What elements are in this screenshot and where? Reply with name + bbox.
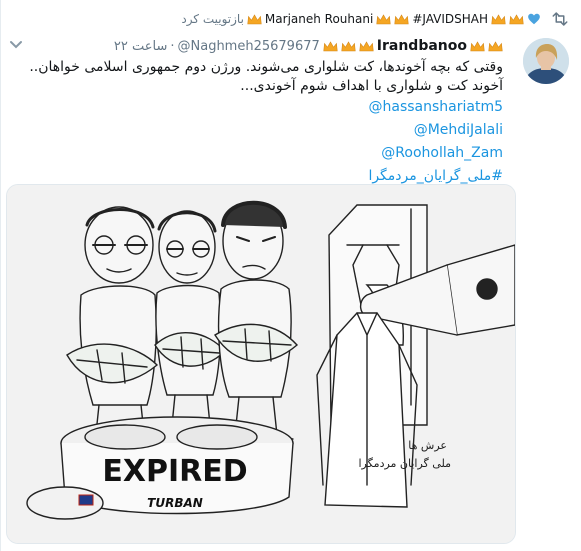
crown-icon bbox=[341, 40, 356, 51]
tweet-text: وقتی که بچه آخوندها، کت شلواری می‌شوند. … bbox=[29, 58, 504, 188]
display-name[interactable]: Irandbanoo bbox=[377, 38, 467, 54]
cartoon-signature: عرش ها bbox=[408, 439, 447, 452]
context-hashtag[interactable]: #JAVIDSHAH bbox=[412, 12, 488, 26]
user-handle[interactable]: @Naghmeh25679677 bbox=[178, 39, 320, 54]
crown-icon bbox=[359, 40, 374, 51]
retweet-context: #JAVIDSHAH Marjaneh Rouhani بازتوییت کرد bbox=[181, 10, 541, 28]
flag-icon bbox=[78, 494, 94, 506]
crown-icon bbox=[488, 40, 503, 51]
crown-icon bbox=[376, 13, 391, 24]
tweet-media[interactable]: EXPIRED TURBAN عرش ها ملی گرایان مردمگرا bbox=[6, 184, 516, 544]
cartoon-image: EXPIRED TURBAN عرش ها ملی گرایان مردمگرا bbox=[7, 185, 515, 543]
tweet-card[interactable]: #JAVIDSHAH Marjaneh Rouhani بازتوییت کرد… bbox=[0, 0, 581, 551]
mention-link[interactable]: @MehdiJalali bbox=[33, 119, 503, 142]
crown-icon bbox=[509, 13, 524, 24]
avatar[interactable] bbox=[523, 38, 569, 84]
mention-link[interactable]: @Roohollah_Zam bbox=[33, 142, 503, 165]
tin-sublabel: TURBAN bbox=[147, 496, 203, 510]
tweet-header: Irandbanoo @Naghmeh25679677 · ۲۲ ساعت bbox=[114, 36, 503, 56]
tweet-text-line: وقتی که بچه آخوندها، کت شلواری می‌شوند. … bbox=[29, 59, 503, 75]
tweet-timestamp[interactable]: ۲۲ ساعت bbox=[114, 39, 168, 54]
crown-icon bbox=[247, 13, 262, 24]
chevron-down-icon[interactable] bbox=[9, 40, 23, 50]
tin-label: EXPIRED bbox=[102, 454, 247, 489]
cartoon-signature-sub: ملی گرایان مردمگرا bbox=[358, 457, 451, 470]
tweet-text-line: آخوند کت و شلواری با اهداف شوم آخوندی... bbox=[240, 78, 503, 94]
retweet-action-label: بازتوییت کرد bbox=[181, 12, 244, 26]
retweeter-name[interactable]: Marjaneh Rouhani bbox=[265, 12, 373, 26]
heart-icon bbox=[528, 13, 540, 25]
header-separator: · bbox=[170, 38, 175, 54]
mention-link[interactable]: @hassanshariatm5 bbox=[33, 96, 504, 119]
crown-icon bbox=[323, 40, 338, 51]
crown-icon bbox=[491, 13, 506, 24]
crown-icon bbox=[470, 40, 485, 51]
retweet-icon bbox=[552, 12, 568, 26]
crown-icon bbox=[394, 13, 409, 24]
